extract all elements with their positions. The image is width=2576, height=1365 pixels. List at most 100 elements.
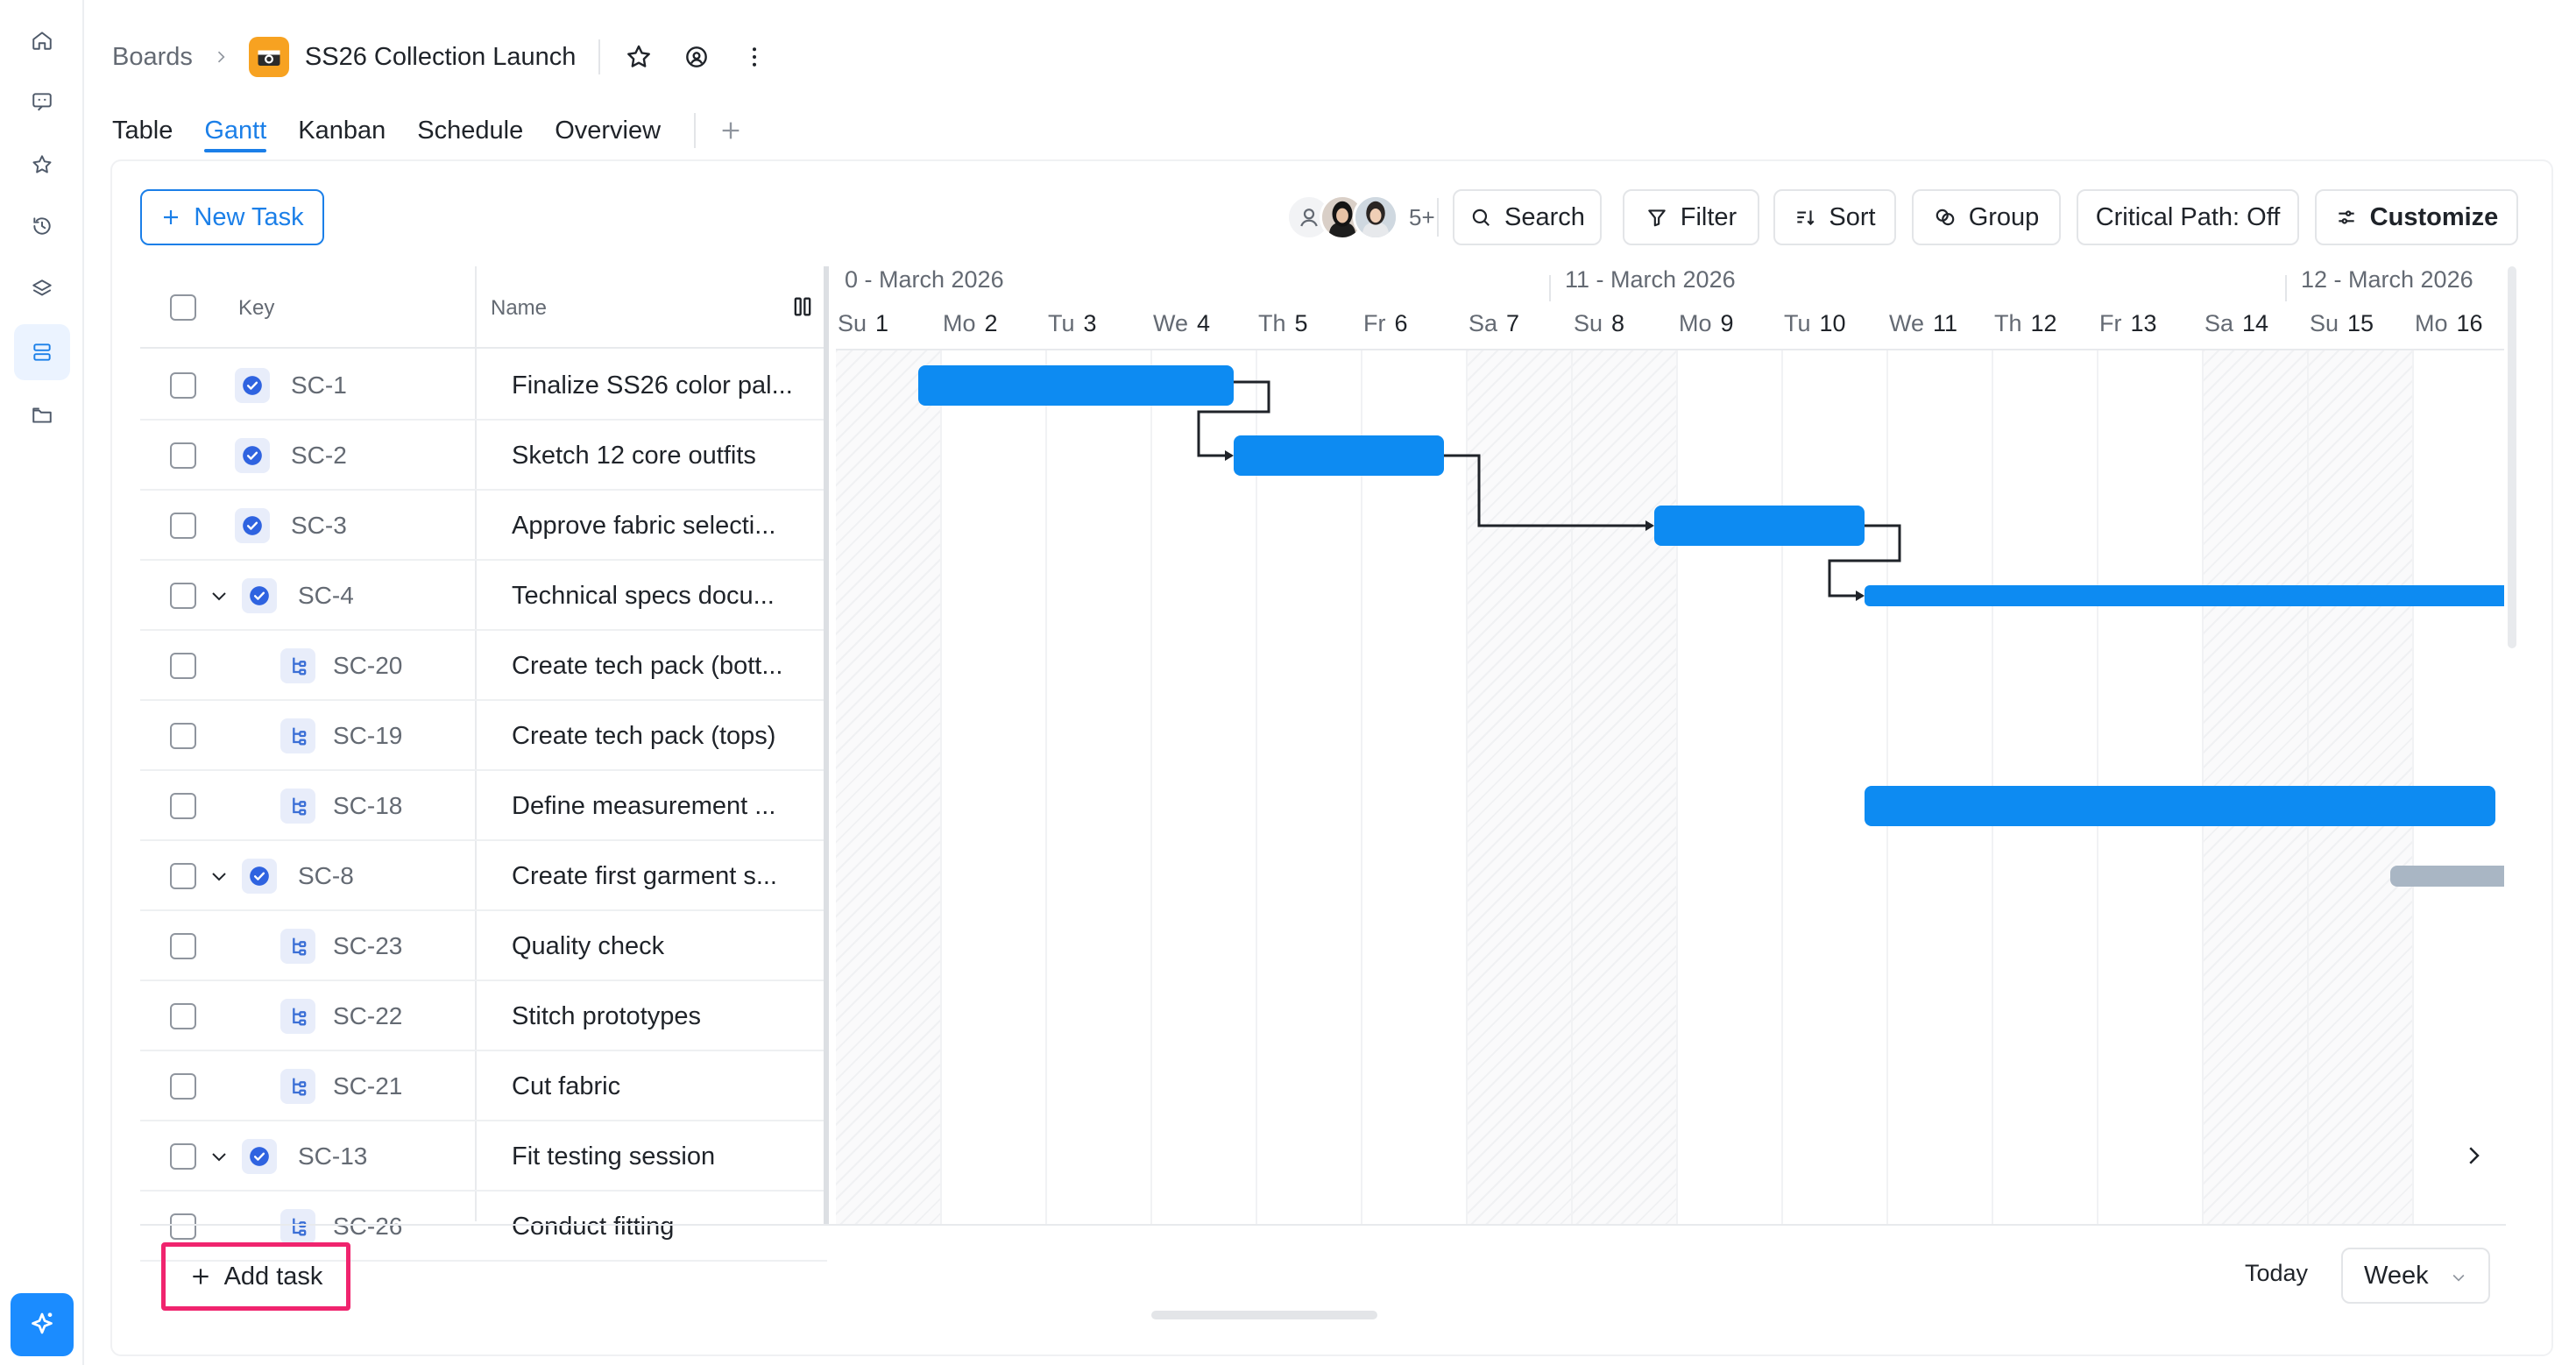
table-row[interactable]: SC-3 Approve fabric selecti... bbox=[140, 491, 827, 561]
task-key[interactable]: SC-13 bbox=[298, 1142, 367, 1171]
table-row[interactable]: SC-22 Stitch prototypes bbox=[140, 981, 827, 1051]
task-key[interactable]: SC-18 bbox=[333, 792, 402, 820]
task-name[interactable]: Cut fabric bbox=[512, 1072, 818, 1101]
task-name[interactable]: Approve fabric selecti... bbox=[512, 512, 818, 541]
table-row[interactable]: SC-2 Sketch 12 core outfits bbox=[140, 421, 827, 491]
group-icon bbox=[1936, 209, 1954, 226]
home-icon[interactable] bbox=[14, 12, 70, 68]
task-key[interactable]: SC-3 bbox=[291, 512, 347, 540]
row-checkbox[interactable] bbox=[170, 583, 196, 609]
table-row[interactable]: SC-21 Cut fabric bbox=[140, 1051, 827, 1121]
gantt-task-bar[interactable] bbox=[918, 365, 1234, 406]
table-row[interactable]: SC-8 Create first garment s... bbox=[140, 841, 827, 911]
task-name[interactable]: Stitch prototypes bbox=[512, 1002, 818, 1031]
table-row[interactable]: SC-1 Finalize SS26 color pal... bbox=[140, 350, 827, 421]
critical-path-toggle[interactable]: Critical Path: Off bbox=[2077, 189, 2299, 245]
task-key[interactable]: SC-2 bbox=[291, 442, 347, 470]
table-row[interactable]: SC-4 Technical specs docu... bbox=[140, 561, 827, 631]
task-name[interactable]: Create first garment s... bbox=[512, 862, 818, 891]
favorite-star-icon[interactable] bbox=[623, 41, 655, 73]
tab-kanban[interactable]: Kanban bbox=[298, 105, 386, 156]
scroll-right-chevron-icon[interactable] bbox=[2460, 1142, 2487, 1169]
add-view-plus-icon[interactable] bbox=[718, 118, 743, 143]
row-checkbox[interactable] bbox=[170, 1073, 196, 1100]
row-checkbox[interactable] bbox=[170, 933, 196, 959]
row-checkbox[interactable] bbox=[170, 723, 196, 749]
grid-gantt-splitter[interactable] bbox=[824, 266, 829, 1225]
search-button[interactable]: Search bbox=[1453, 189, 1602, 245]
task-name[interactable]: Quality check bbox=[512, 932, 818, 961]
group-button[interactable]: Group bbox=[1912, 189, 2061, 245]
row-checkbox[interactable] bbox=[170, 793, 196, 819]
boards-icon[interactable] bbox=[14, 324, 70, 380]
task-key[interactable]: SC-22 bbox=[333, 1002, 402, 1030]
task-key[interactable]: SC-19 bbox=[333, 722, 402, 750]
gantt-task-bar[interactable] bbox=[1865, 786, 2495, 826]
tab-schedule[interactable]: Schedule bbox=[417, 105, 523, 156]
gantt-task-bar[interactable] bbox=[1234, 435, 1444, 476]
row-checkbox[interactable] bbox=[170, 372, 196, 399]
subtask-icon bbox=[280, 718, 315, 753]
tab-overview[interactable]: Overview bbox=[555, 105, 661, 156]
new-task-button[interactable]: New Task bbox=[140, 189, 324, 245]
row-checkbox[interactable] bbox=[170, 863, 196, 889]
task-name[interactable]: Technical specs docu... bbox=[512, 582, 818, 611]
watch-icon[interactable] bbox=[681, 41, 712, 73]
folder-icon[interactable] bbox=[14, 387, 70, 443]
breadcrumb-boards[interactable]: Boards bbox=[112, 43, 193, 72]
task-name[interactable]: Sketch 12 core outfits bbox=[512, 442, 818, 470]
task-key[interactable]: SC-1 bbox=[291, 371, 347, 400]
sort-button[interactable]: Sort bbox=[1773, 189, 1896, 245]
row-checkbox[interactable] bbox=[170, 1143, 196, 1170]
ai-assistant-button[interactable] bbox=[11, 1293, 74, 1356]
tab-table[interactable]: Table bbox=[112, 105, 173, 156]
row-checkbox[interactable] bbox=[170, 442, 196, 469]
table-row[interactable]: SC-23 Quality check bbox=[140, 911, 827, 981]
vertical-scrollbar[interactable] bbox=[2508, 266, 2516, 648]
assignee-avatars[interactable]: 5+ bbox=[1286, 193, 1435, 242]
row-checkbox[interactable] bbox=[170, 1003, 196, 1029]
task-key[interactable]: SC-26 bbox=[333, 1213, 402, 1241]
row-checkbox[interactable] bbox=[170, 653, 196, 679]
gantt-task-bar[interactable] bbox=[1654, 506, 1865, 546]
chevron-down-icon[interactable] bbox=[209, 1146, 230, 1167]
task-key[interactable]: SC-21 bbox=[333, 1072, 402, 1100]
task-name[interactable]: Finalize SS26 color pal... bbox=[512, 371, 818, 400]
table-row[interactable]: SC-19 Create tech pack (tops) bbox=[140, 701, 827, 771]
column-header-name[interactable]: Name bbox=[491, 296, 547, 321]
today-button[interactable]: Today bbox=[2245, 1260, 2308, 1287]
tab-gantt[interactable]: Gantt bbox=[204, 105, 266, 156]
task-key[interactable]: SC-20 bbox=[333, 652, 402, 680]
table-row[interactable]: SC-13 Fit testing session bbox=[140, 1121, 827, 1192]
task-name[interactable]: Create tech pack (tops) bbox=[512, 722, 818, 751]
chevron-down-icon[interactable] bbox=[209, 866, 230, 887]
gantt-task-bar[interactable] bbox=[2390, 866, 2504, 887]
layers-icon[interactable] bbox=[14, 261, 70, 317]
column-toggle-icon[interactable] bbox=[790, 294, 815, 319]
task-key[interactable]: SC-23 bbox=[333, 932, 402, 960]
table-row[interactable]: SC-18 Define measurement ... bbox=[140, 771, 827, 841]
horizontal-scrollbar[interactable] bbox=[1151, 1311, 1377, 1319]
row-checkbox[interactable] bbox=[170, 1213, 196, 1240]
chevron-down-icon[interactable] bbox=[209, 585, 230, 606]
more-vertical-icon[interactable] bbox=[739, 41, 770, 73]
chat-icon[interactable] bbox=[14, 74, 70, 130]
history-icon[interactable] bbox=[14, 198, 70, 254]
star-icon[interactable] bbox=[14, 137, 70, 193]
row-checkbox[interactable] bbox=[170, 513, 196, 539]
task-name[interactable]: Fit testing session bbox=[512, 1142, 818, 1171]
add-task-button[interactable]: Add task bbox=[161, 1242, 350, 1311]
select-all-checkbox[interactable] bbox=[170, 294, 196, 321]
task-name[interactable]: Create tech pack (bott... bbox=[512, 652, 818, 681]
table-row[interactable]: SC-20 Create tech pack (bott... bbox=[140, 631, 827, 701]
task-key[interactable]: SC-8 bbox=[298, 862, 354, 890]
task-key[interactable]: SC-4 bbox=[298, 582, 354, 610]
task-name[interactable]: Conduct fitting bbox=[512, 1213, 818, 1241]
customize-button[interactable]: Customize bbox=[2315, 189, 2518, 245]
task-name[interactable]: Define measurement ... bbox=[512, 792, 818, 821]
gantt-task-bar[interactable] bbox=[1865, 585, 2504, 606]
time-scale-select[interactable]: Week bbox=[2341, 1248, 2490, 1304]
filter-button[interactable]: Filter bbox=[1623, 189, 1759, 245]
day-number: 1 bbox=[875, 310, 889, 336]
column-header-key[interactable]: Key bbox=[238, 296, 274, 321]
